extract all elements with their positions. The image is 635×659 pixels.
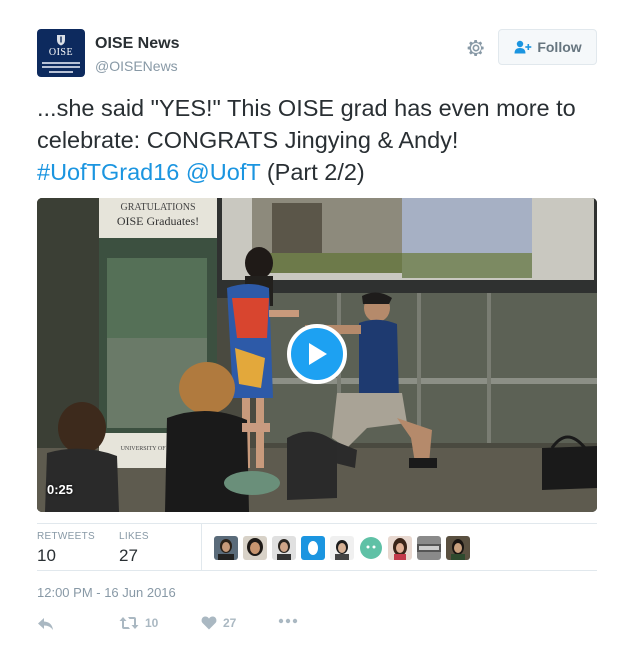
liker-avatar[interactable] [388,536,412,560]
mention-link[interactable]: @UofT [186,159,260,185]
liker-avatar[interactable] [330,536,354,560]
follow-button-label: Follow [537,39,582,55]
banner-text-2: OISE Graduates! [117,214,199,228]
liker-avatar[interactable] [417,536,441,560]
retweet-button[interactable]: 10 [119,616,158,630]
likes-label: LIKES [119,531,149,542]
likes-count: 27 [119,546,138,565]
likes-stat[interactable]: LIKES 27 [119,531,149,566]
video-player[interactable]: GRATULATIONS OISE Graduates! UNIVERSITY … [37,198,597,512]
like-button[interactable]: 27 [201,616,236,630]
reply-icon [38,618,53,630]
tweet-stats: RETWEETS 10 LIKES 27 [37,523,597,571]
follow-person-icon [514,40,532,54]
avatar-line [42,62,80,64]
reply-button[interactable] [37,616,55,632]
stats-divider [201,524,202,570]
retweets-label: RETWEETS [37,531,95,542]
retweet-count: 10 [145,616,159,630]
avatar-line [49,71,73,73]
gear-icon[interactable] [465,37,487,59]
play-icon [309,343,327,365]
liker-avatar[interactable] [214,536,238,560]
tweet-timestamp[interactable]: 12:00 PM - 16 Jun 2016 [37,585,176,600]
liker-avatar[interactable] [301,536,325,560]
liker-avatar[interactable] [359,536,383,560]
tweet-body-end: (Part 2/2) [266,159,365,185]
more-icon [278,618,298,624]
play-button[interactable] [287,324,347,384]
follow-button[interactable]: Follow [498,29,597,65]
hashtag-link[interactable]: #UofTGrad16 [37,159,179,185]
liker-avatars [214,536,470,560]
tweet-body: ...she said "YES!" This OISE grad has ev… [37,95,576,153]
banner-text-1: GRATULATIONS [121,202,196,213]
like-count: 27 [223,616,237,630]
account-name[interactable]: OISE News [95,35,179,53]
account-handle[interactable]: @OISENews [95,58,178,74]
liker-avatar[interactable] [243,536,267,560]
retweets-stat[interactable]: RETWEETS 10 [37,531,95,566]
more-button[interactable] [278,618,298,624]
liker-avatar[interactable] [446,536,470,560]
retweets-count: 10 [37,546,56,565]
tweet-text: ...she said "YES!" This OISE grad has ev… [37,92,597,188]
avatar-line [42,66,80,68]
crest-icon [57,35,65,46]
retweet-icon [119,617,139,629]
account-avatar[interactable]: OISE [37,29,85,77]
video-duration: 0:25 [47,482,74,497]
liker-avatar[interactable] [272,536,296,560]
like-icon [201,616,217,630]
avatar-org-text: OISE [48,47,74,58]
tweet-header: OISE OISE News @OISENews Follow [37,29,597,79]
